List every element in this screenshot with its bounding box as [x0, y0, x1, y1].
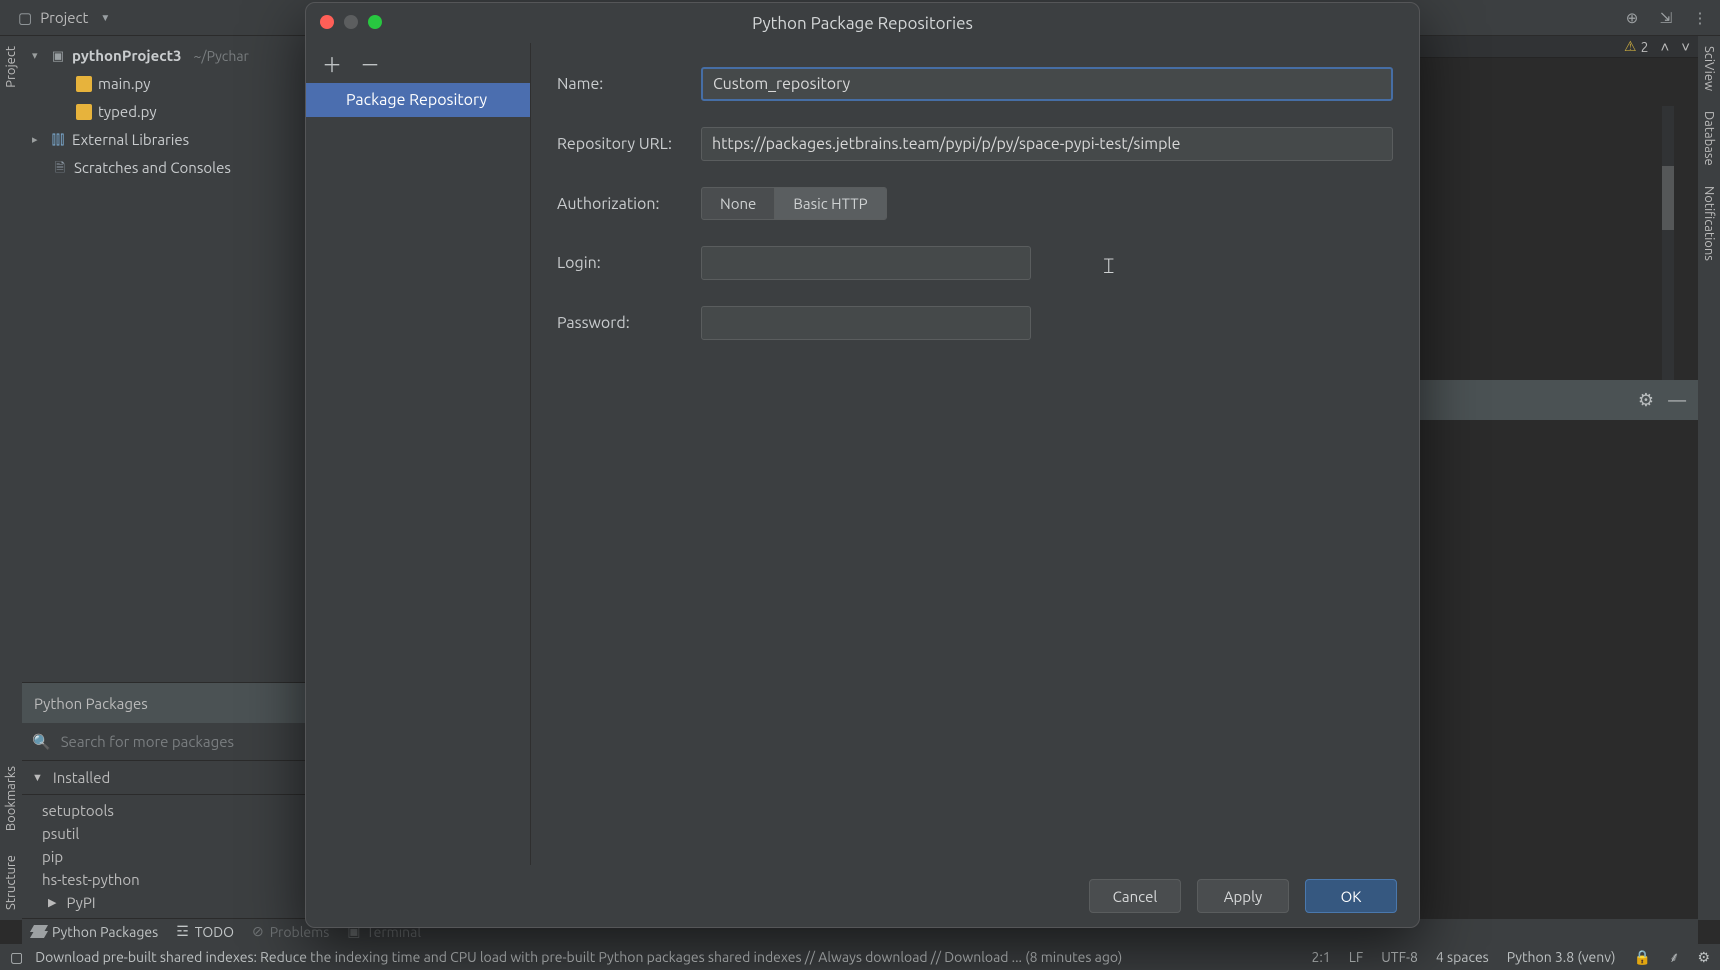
package-item[interactable]: pip [22, 845, 306, 868]
tool-sciview[interactable]: SciView [1700, 36, 1718, 101]
project-crumb[interactable]: ▢ Project ▼ [10, 6, 118, 30]
python-packages-panel: Python Packages 🔍 Search for more packag… [22, 682, 306, 918]
project-tree[interactable]: ▾▣ pythonProject3 ~/Pychar main.py typed… [22, 36, 306, 188]
packages-installed-list: setuptools psutil pip hs-test-python ▶Py… [22, 795, 306, 918]
python-packages-header: Python Packages [22, 683, 306, 723]
remove-repository-icon[interactable]: － [360, 49, 380, 78]
tree-file-label: main.py [98, 70, 151, 98]
url-label: Repository URL: [557, 135, 687, 153]
file-encoding[interactable]: UTF-8 [1381, 949, 1418, 965]
tree-external-libraries[interactable]: ▸⫿⫿⫿External Libraries [26, 126, 302, 154]
tool-python-packages[interactable]: Python Packages [32, 924, 158, 940]
python-interpreter[interactable]: Python 3.8 (venv) [1507, 949, 1616, 965]
packages-search-placeholder: Search for more packages [61, 733, 234, 750]
search-icon: 🔍 [32, 733, 51, 751]
repository-list-item[interactable]: Package Repository [306, 83, 530, 117]
checklist-icon: ☲ [176, 923, 189, 940]
name-input[interactable] [701, 67, 1393, 101]
caret-position[interactable]: 2:1 [1311, 949, 1330, 965]
pypi-label: PyPI [66, 894, 95, 911]
repository-form: Name: Repository URL: Authorization: Non… [531, 43, 1419, 865]
warnings-indicator[interactable]: ⚠ 2 [1624, 38, 1648, 55]
tool-windows-icon[interactable]: ▢ [10, 949, 23, 966]
prev-highlight-icon[interactable]: ˄ [1660, 38, 1669, 56]
left-tool-gutter: Project Bookmarks Structure [0, 36, 22, 920]
python-packages-title: Python Packages [34, 695, 148, 712]
auth-basic-button[interactable]: Basic HTTP [774, 188, 885, 219]
authorization-segmented: None Basic HTTP [701, 187, 887, 220]
chevron-down-icon: ▼ [100, 12, 110, 24]
tree-root-path: ~/Pychar [194, 42, 249, 70]
dialog-titlebar[interactable]: Python Package Repositories [306, 3, 1419, 43]
tree-file-label: typed.py [98, 98, 157, 126]
warning-count: 2 [1641, 39, 1649, 55]
ok-button[interactable]: OK [1305, 879, 1397, 913]
authorization-label: Authorization: [557, 195, 687, 213]
close-window-icon[interactable] [320, 15, 334, 29]
status-bar: ▢ Download pre-built shared indexes: Red… [0, 944, 1720, 970]
project-crumb-label: Project [40, 9, 88, 26]
tool-todo[interactable]: ☲TODO [176, 923, 234, 940]
dialog-footer: Cancel Apply OK [306, 865, 1419, 927]
login-input[interactable] [701, 246, 1031, 280]
stack-icon [32, 925, 46, 939]
right-tool-gutter: SciView Database Notifications [1698, 36, 1720, 920]
password-label: Password: [557, 314, 687, 332]
ide-settings-icon[interactable]: ⚙ [1697, 949, 1710, 966]
tree-label: Scratches and Consoles [74, 154, 231, 182]
tool-structure[interactable]: Structure [2, 845, 20, 920]
dialog-title: Python Package Repositories [752, 14, 973, 33]
add-repository-icon[interactable]: ＋ [322, 49, 342, 78]
cancel-button[interactable]: Cancel [1089, 879, 1181, 913]
tree-file[interactable]: typed.py [26, 98, 302, 126]
package-item[interactable]: psutil [22, 822, 306, 845]
editor-scrollbar[interactable] [1662, 106, 1674, 386]
line-separator[interactable]: LF [1349, 949, 1364, 965]
auth-none-button[interactable]: None [702, 188, 774, 219]
zoom-window-icon[interactable] [368, 15, 382, 29]
package-item[interactable]: setuptools [22, 799, 306, 822]
hide-panel-icon[interactable]: — [1668, 390, 1686, 410]
login-label: Login: [557, 254, 687, 272]
warning-icon: ⚠ [1624, 38, 1637, 55]
project-tool-window: ▾▣ pythonProject3 ~/Pychar main.py typed… [22, 36, 307, 918]
package-item[interactable]: hs-test-python [22, 868, 306, 891]
tree-scratches[interactable]: 🗎Scratches and Consoles [26, 154, 302, 182]
share-icon[interactable]: ⸙ [1669, 948, 1680, 967]
collapse-icon[interactable]: ⇲ [1656, 8, 1676, 28]
indent-settings[interactable]: 4 spaces [1436, 949, 1489, 965]
gear-icon[interactable]: ⚙ [1638, 390, 1654, 411]
tree-label: External Libraries [72, 126, 189, 154]
repository-url-input[interactable] [701, 127, 1393, 161]
tool-bookmarks[interactable]: Bookmarks [2, 756, 20, 841]
name-label: Name: [557, 75, 687, 93]
installed-label: Installed [53, 769, 110, 786]
packages-search[interactable]: 🔍 Search for more packages [22, 723, 306, 761]
window-traffic-lights [320, 15, 382, 29]
packages-installed-section[interactable]: ▼ Installed [22, 761, 306, 795]
packages-pypi-section[interactable]: ▶PyPI [22, 891, 306, 914]
tool-database[interactable]: Database [1700, 101, 1718, 176]
minimize-window-icon[interactable] [344, 15, 358, 29]
repository-list-side: ＋ － Package Repository [306, 43, 531, 865]
tree-root[interactable]: ▾▣ pythonProject3 ~/Pychar [26, 42, 302, 70]
tree-root-label: pythonProject3 [72, 42, 182, 70]
package-repositories-dialog: Python Package Repositories ＋ － Package … [305, 2, 1420, 928]
next-highlight-icon[interactable]: ˅ [1681, 38, 1690, 56]
lock-icon[interactable]: 🔒 [1634, 949, 1651, 966]
warning-icon: ⊘ [252, 923, 264, 940]
more-icon[interactable]: ⋮ [1690, 8, 1710, 28]
status-message[interactable]: Download pre-built shared indexes: Reduc… [35, 949, 1122, 965]
tool-notifications[interactable]: Notifications [1700, 176, 1718, 271]
apply-button[interactable]: Apply [1197, 879, 1289, 913]
tool-project[interactable]: Project [2, 36, 20, 98]
password-input[interactable] [701, 306, 1031, 340]
crosshair-icon[interactable]: ⊕ [1622, 8, 1642, 28]
tree-file[interactable]: main.py [26, 70, 302, 98]
folder-icon: ▢ [18, 9, 32, 27]
